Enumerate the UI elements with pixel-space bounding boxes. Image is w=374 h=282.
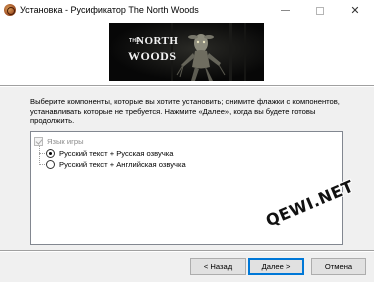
tree-line-branch <box>39 164 45 165</box>
logo-woods: WOODS <box>128 49 177 63</box>
component-group-game-language[interactable]: Язык игры <box>34 136 84 147</box>
back-button[interactable]: < Назад <box>190 258 246 275</box>
component-option-label: Русский текст + Английская озвучка <box>59 160 186 169</box>
component-option-english-voice[interactable]: Русский текст + Английская озвучка <box>46 159 186 170</box>
radio-selected-icon[interactable] <box>46 149 55 158</box>
close-button[interactable]: ✕ <box>338 0 372 21</box>
close-icon: ✕ <box>350 4 360 17</box>
minimize-icon <box>280 10 290 11</box>
wizard-header: THE NORTH WOODS <box>0 21 374 85</box>
maximize-button[interactable] <box>303 0 337 21</box>
checkbox-checked-icon[interactable] <box>34 137 43 146</box>
components-list[interactable]: Язык игры Русский текст + Русская озвучк… <box>30 131 343 245</box>
game-banner-image: THE NORTH WOODS <box>109 23 264 81</box>
component-group-label: Язык игры <box>47 137 84 146</box>
next-button[interactable]: Далее > <box>248 258 304 275</box>
footer-divider-highlight <box>0 251 374 252</box>
window-title: Установка - Русификатор The North Woods <box>20 5 199 15</box>
tree-line-vertical <box>39 145 40 165</box>
component-option-russian-voice[interactable]: Русский текст + Русская озвучка <box>46 148 174 159</box>
minimize-button[interactable] <box>268 0 302 21</box>
logo-north: NORTH <box>136 35 179 47</box>
instructions-text: Выберите компоненты, которые вы хотите у… <box>30 97 340 126</box>
maximize-icon <box>316 6 324 15</box>
cancel-button[interactable]: Отмена <box>311 258 366 275</box>
header-divider-highlight <box>0 86 374 87</box>
installer-app-icon <box>4 4 16 16</box>
tree-line-branch <box>39 153 45 154</box>
component-option-label: Русский текст + Русская озвучка <box>59 149 174 158</box>
radio-unselected-icon[interactable] <box>46 160 55 169</box>
title-bar: Установка - Русификатор The North Woods … <box>0 0 374 21</box>
